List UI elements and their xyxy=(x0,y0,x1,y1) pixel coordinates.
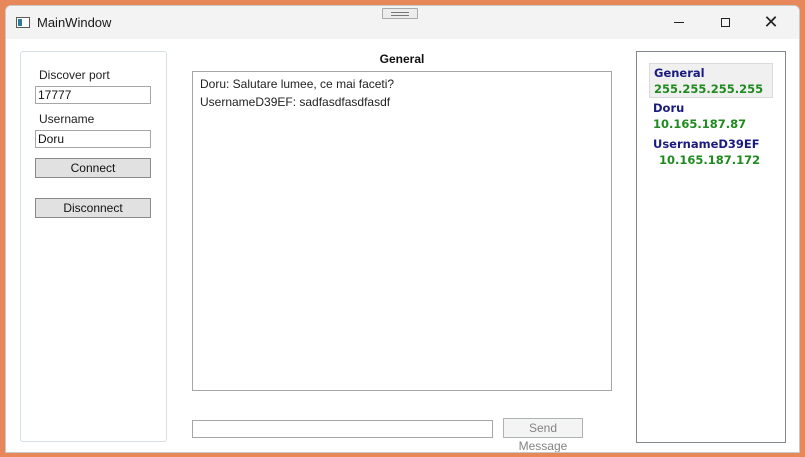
peer-ip: 10.165.187.87 xyxy=(653,117,747,131)
discover-port-input[interactable] xyxy=(35,86,151,104)
disconnect-button[interactable]: Disconnect xyxy=(35,198,151,218)
drag-grip-icon[interactable] xyxy=(382,8,418,19)
message-input[interactable] xyxy=(192,420,493,438)
connect-button[interactable]: Connect xyxy=(35,158,151,178)
message-list[interactable]: Doru: Salutare lumee, ce mai faceti? Use… xyxy=(192,71,612,391)
message-item: UsernameD39EF: sadfasdfasdfasdf xyxy=(200,95,391,109)
send-message-button[interactable]: Send Message xyxy=(503,418,583,452)
chat-title: General xyxy=(379,52,425,66)
close-button[interactable]: ✕ xyxy=(748,6,794,39)
main-window: MainWindow ✕ Discover port Username Conn… xyxy=(5,5,800,453)
maximize-button[interactable] xyxy=(702,6,748,39)
title-bar[interactable]: MainWindow ✕ xyxy=(6,6,799,39)
peer-item-general[interactable]: General 255.255.255.255 xyxy=(649,63,773,98)
peer-list: General 255.255.255.255 Doru 10.165.187.… xyxy=(636,51,786,443)
maximize-icon xyxy=(720,18,730,27)
minimize-icon xyxy=(674,22,684,23)
minimize-button[interactable] xyxy=(656,6,702,39)
app-icon xyxy=(16,17,30,28)
peer-name: Doru xyxy=(653,101,685,115)
message-item: Doru: Salutare lumee, ce mai faceti? xyxy=(200,77,395,91)
discover-port-label: Discover port xyxy=(39,68,110,82)
window-title: MainWindow xyxy=(37,15,112,30)
close-icon: ✕ xyxy=(763,11,779,33)
peer-ip: 10.165.187.172 xyxy=(659,153,761,167)
username-input[interactable] xyxy=(35,130,151,148)
peer-name: UsernameD39EF xyxy=(653,137,760,151)
connection-panel: Discover port Username Connect Disconnec… xyxy=(20,51,167,442)
peer-item-usernamed39ef[interactable]: UsernameD39EF 10.165.187.172 xyxy=(649,136,773,168)
username-label: Username xyxy=(39,112,95,126)
peer-item-doru[interactable]: Doru 10.165.187.87 xyxy=(649,100,773,132)
peer-ip: 255.255.255.255 xyxy=(654,82,764,96)
peer-name: General xyxy=(654,66,705,80)
